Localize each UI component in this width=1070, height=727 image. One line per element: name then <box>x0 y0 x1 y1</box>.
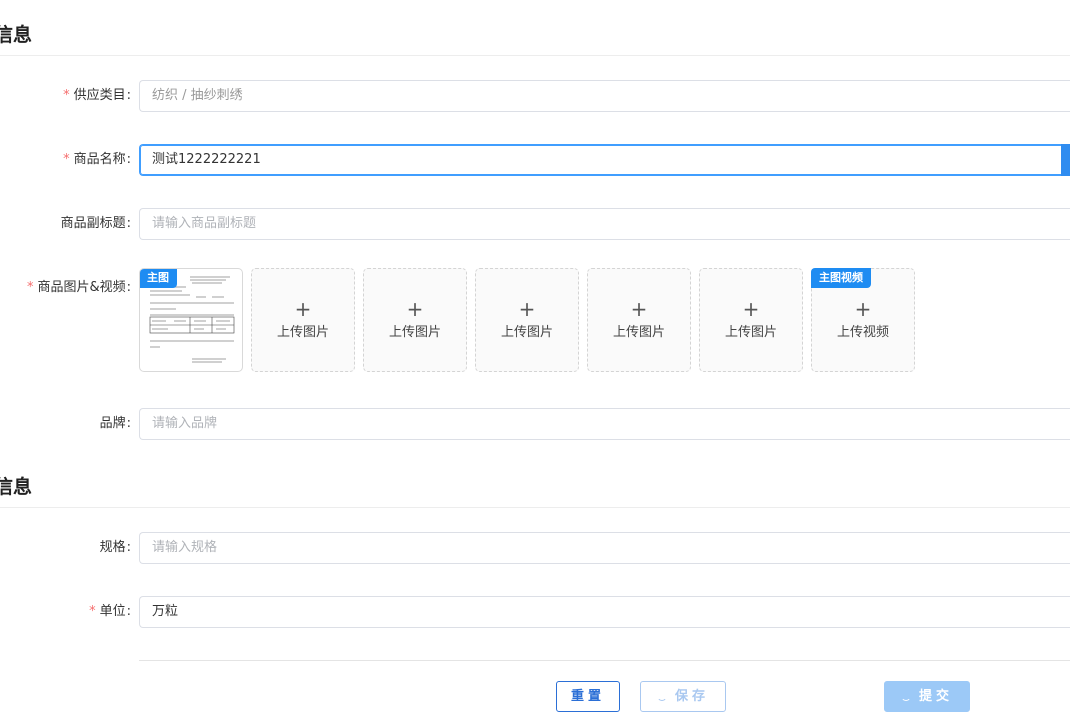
section-divider <box>0 55 1070 56</box>
form-row-unit: * 单位: 万粒 <box>0 596 1070 628</box>
required-mark: * <box>63 88 70 103</box>
upload-image-tile[interactable]: + 上传图片 <box>587 268 691 372</box>
required-mark: * <box>26 280 34 295</box>
plus-icon: + <box>630 297 648 321</box>
upload-image-tile[interactable]: + 上传图片 <box>475 268 579 372</box>
section-title-spec: 信息 <box>0 476 33 498</box>
plus-icon: + <box>518 297 536 321</box>
upload-video-label: 上传视频 <box>836 325 889 340</box>
section-divider <box>0 507 1070 508</box>
main-image-badge: 主图 <box>140 269 177 288</box>
loading-spinner-icon <box>656 691 667 701</box>
plus-icon: + <box>742 297 760 321</box>
brand-label: 品牌: <box>99 416 131 431</box>
form-row-subtitle: 商品副标题: 请输入商品副标题 <box>0 208 1070 240</box>
form-row-name: * 商品名称: 测试1222222221 <box>0 144 1070 176</box>
input-addon <box>1061 144 1070 176</box>
media-label: * 商品图片&视频: <box>26 280 131 295</box>
reset-button[interactable]: 重置 <box>556 681 620 712</box>
upload-image-label: 上传图片 <box>276 325 329 340</box>
form-row-spec: 规格: 请输入规格 <box>0 532 1070 564</box>
save-button[interactable]: 保存 <box>640 681 726 712</box>
product-form-page: 信息 * 供应类目: 纺织 / 抽纱刺绣 * 商品名称: 测试1222222221 … <box>0 0 1070 727</box>
brand-input[interactable]: 请输入品牌 <box>139 408 1070 440</box>
form-row-brand: 品牌: 请输入品牌 <box>0 408 1070 440</box>
loading-spinner-icon <box>900 691 911 701</box>
plus-icon: + <box>854 297 872 321</box>
upload-image-tile[interactable]: + 上传图片 <box>363 268 467 372</box>
category-label: * 供应类目: <box>63 88 131 103</box>
upload-image-label: 上传图片 <box>724 325 777 340</box>
spec-input[interactable]: 请输入规格 <box>139 532 1070 564</box>
upload-video-tile[interactable]: 主图视频 + 上传视频 <box>811 268 915 372</box>
product-name-input[interactable]: 测试1222222221 <box>139 144 1070 176</box>
main-video-badge: 主图视频 <box>811 268 871 288</box>
unit-input[interactable]: 万粒 <box>139 596 1070 628</box>
spec-label: 规格: <box>99 540 131 555</box>
upload-image-label: 上传图片 <box>612 325 665 340</box>
required-mark: * <box>89 604 96 619</box>
main-image-tile[interactable]: 主图 <box>139 268 243 372</box>
required-mark: * <box>63 152 70 167</box>
submit-button[interactable]: 提交 <box>884 681 970 712</box>
unit-label: * 单位: <box>89 604 131 619</box>
category-input[interactable]: 纺织 / 抽纱刺绣 <box>139 80 1070 112</box>
footer-divider <box>139 660 1070 661</box>
section-title-basic: 信息 <box>0 24 33 46</box>
upload-image-tile[interactable]: + 上传图片 <box>699 268 803 372</box>
name-label: * 商品名称: <box>63 152 131 167</box>
plus-icon: + <box>294 297 312 321</box>
subtitle-input[interactable]: 请输入商品副标题 <box>139 208 1070 240</box>
upload-image-label: 上传图片 <box>388 325 441 340</box>
upload-image-tile[interactable]: + 上传图片 <box>251 268 355 372</box>
plus-icon: + <box>406 297 424 321</box>
upload-image-label: 上传图片 <box>500 325 553 340</box>
form-row-category: * 供应类目: 纺织 / 抽纱刺绣 <box>0 80 1070 112</box>
subtitle-label: 商品副标题: <box>60 216 131 231</box>
